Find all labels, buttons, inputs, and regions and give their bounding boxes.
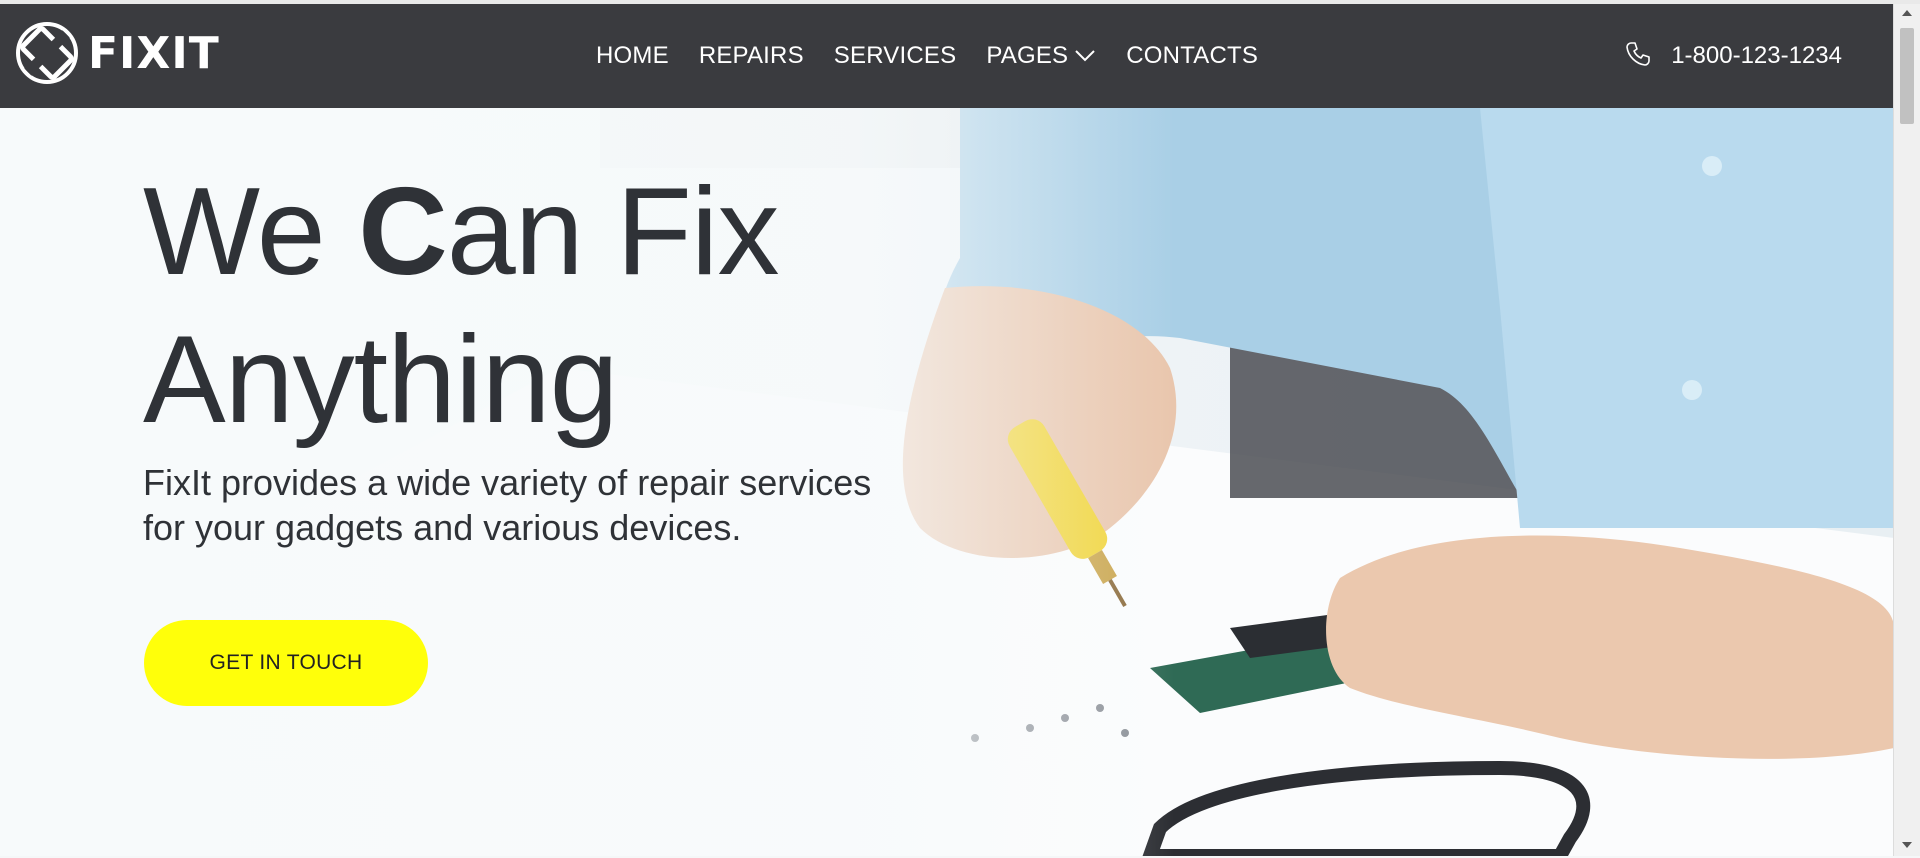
scrollbar-thumb[interactable] (1900, 28, 1914, 124)
nav-item-services[interactable]: SERVICES (834, 42, 957, 70)
scroll-down-arrow-icon[interactable] (1902, 842, 1912, 848)
main-nav: HOME REPAIRS SERVICES PAGES CONTACTS (596, 4, 1288, 108)
hero-title-part1: We (143, 163, 359, 301)
hero-title-bold-letter: C (358, 163, 448, 301)
page-scrollbar[interactable] (1893, 4, 1920, 856)
nav-item-label: REPAIRS (698, 42, 804, 69)
nav-item-pages[interactable]: PAGES (986, 42, 1096, 70)
hero-title-part2: an Fix (446, 163, 780, 301)
nav-item-repairs[interactable]: REPAIRS (699, 42, 804, 70)
hero-title-line2: Anything (143, 311, 619, 449)
nav-item-label: HOME (596, 42, 669, 69)
header-phone[interactable]: 1-800-123-1234 (1625, 4, 1842, 108)
logo-text: FIXIT (88, 27, 220, 79)
hero-title: We Can Fix Anything (143, 158, 780, 454)
hero-section: We Can Fix Anything FixIt provides a wide… (0, 108, 1894, 856)
site-logo[interactable]: FIXIT (14, 18, 220, 88)
logo-icon (16, 22, 78, 84)
chevron-down-icon (1074, 42, 1096, 70)
scroll-up-arrow-icon[interactable] (1902, 10, 1912, 16)
phone-number: 1-800-123-1234 (1671, 42, 1842, 69)
nav-item-home[interactable]: HOME (596, 42, 669, 70)
site-header: FIXIT HOME REPAIRS SERVICES PAGES CONTAC… (0, 4, 1894, 108)
nav-item-contacts[interactable]: CONTACTS (1126, 42, 1258, 70)
get-in-touch-button[interactable]: GET IN TOUCH (144, 620, 428, 706)
phone-icon (1625, 41, 1651, 72)
nav-item-label: PAGES (986, 42, 1069, 69)
nav-item-label: SERVICES (833, 42, 957, 69)
hero-subtitle: FixIt provides a wide variety of repair … (143, 462, 872, 548)
nav-item-label: CONTACTS (1126, 42, 1259, 69)
